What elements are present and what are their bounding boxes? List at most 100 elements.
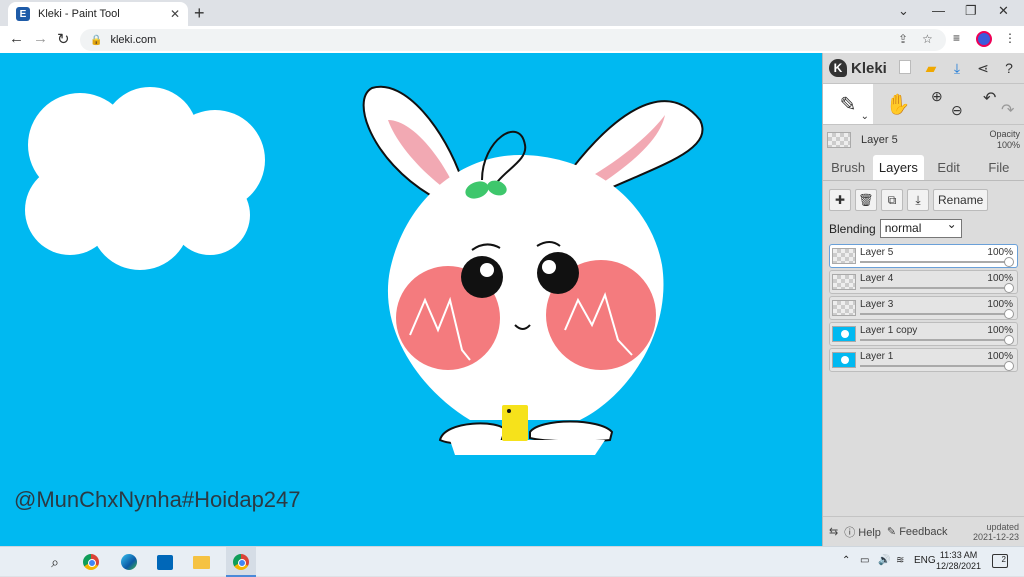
- search-icon[interactable]: ⌕: [46, 553, 64, 571]
- share-icon[interactable]: ⋖: [974, 60, 992, 77]
- feedback-link[interactable]: ✎ Feedback: [887, 525, 948, 538]
- zoom-in-icon[interactable]: ⊕: [931, 88, 943, 105]
- help-link[interactable]: ⓘ Help: [844, 524, 881, 540]
- reload-icon[interactable]: ↻: [57, 30, 70, 48]
- updated-info: updated 2021-12-23: [973, 522, 1019, 542]
- language-indicator[interactable]: ENG: [914, 555, 936, 566]
- start-button[interactable]: [10, 553, 28, 571]
- feedback-label: Feedback: [899, 526, 948, 538]
- redo-icon[interactable]: ↷: [1001, 100, 1014, 120]
- address-bar[interactable]: 🔒 kleki.com ⇪ ☆: [80, 29, 946, 51]
- add-layer-button[interactable]: ✚: [829, 189, 851, 211]
- layer-name: Layer 1 copy: [860, 325, 918, 336]
- open-folder-icon[interactable]: ▰: [922, 60, 940, 77]
- swap-icon[interactable]: ⇆: [829, 525, 838, 538]
- windows-taskbar: ⌕ ⌃ ▭ 🔊 ≋ ENG 11:33 AM 12/28/2021 2: [0, 546, 1024, 577]
- tab-brush[interactable]: Brush: [823, 155, 873, 180]
- slider-knob[interactable]: [1004, 283, 1014, 293]
- layer-item[interactable]: Layer 4 100%: [829, 270, 1018, 294]
- chevron-up-icon[interactable]: ⌃: [842, 555, 850, 566]
- help-icon[interactable]: ?: [1000, 60, 1018, 77]
- browser-tab[interactable]: E Kleki - Paint Tool ✕: [8, 2, 188, 26]
- layer-item[interactable]: Layer 1 copy 100%: [829, 322, 1018, 346]
- back-icon[interactable]: ←: [9, 30, 24, 47]
- slider-knob[interactable]: [1004, 361, 1014, 371]
- slider-knob[interactable]: [1004, 309, 1014, 319]
- current-layer-name: Layer 5: [861, 134, 898, 146]
- tab-layers[interactable]: Layers: [873, 155, 924, 180]
- layer-item[interactable]: Layer 3 100%: [829, 296, 1018, 320]
- brush-icon: ✎: [839, 93, 857, 116]
- delete-layer-button[interactable]: 🗑: [855, 189, 877, 211]
- new-image-icon[interactable]: [896, 59, 914, 77]
- battery-icon[interactable]: ▭: [860, 555, 869, 566]
- file-explorer-icon[interactable]: [192, 553, 210, 571]
- layer-opacity-slider[interactable]: [860, 365, 1009, 367]
- layer-thumbnail: [832, 274, 856, 290]
- menu-icon[interactable]: ⋮: [1004, 31, 1016, 45]
- chrome-taskbar-icon[interactable]: [82, 553, 100, 571]
- tab-close-icon[interactable]: ✕: [170, 7, 180, 21]
- blending-select[interactable]: normal: [879, 216, 962, 238]
- current-layer-info: Layer 5 Opacity 100%: [823, 125, 1024, 155]
- tab-file[interactable]: File: [974, 155, 1024, 180]
- layer-opacity-slider[interactable]: [860, 287, 1009, 289]
- kleki-logo-icon: K: [829, 59, 847, 77]
- watermark-text: @MunChxNynha#Hoidap247: [14, 487, 301, 512]
- volume-icon[interactable]: 🔊: [878, 555, 890, 566]
- help-label: Help: [858, 526, 881, 539]
- undo-icon[interactable]: ↶: [983, 88, 996, 108]
- forward-icon[interactable]: →: [33, 30, 48, 47]
- duplicate-layer-button[interactable]: ⧉: [881, 189, 903, 211]
- tool-panel: K Kleki ▰ ⤓ ⋖ ? ✎ ⌄ ✋ ⊕ ⊖ ↶ ↷ Layer 5 Op…: [822, 53, 1024, 546]
- profile-avatar[interactable]: [976, 31, 992, 47]
- tab-search-icon[interactable]: ⌄: [898, 3, 909, 19]
- rename-button[interactable]: Rename: [933, 189, 989, 211]
- tab-edit[interactable]: Edit: [924, 155, 974, 180]
- close-window-icon[interactable]: ✕: [998, 3, 1009, 19]
- new-tab-icon[interactable]: +: [194, 3, 205, 24]
- layer-thumbnail: [832, 300, 856, 316]
- lock-icon[interactable]: 🔒: [90, 35, 102, 46]
- layer-item[interactable]: Layer 5 100%: [829, 244, 1018, 268]
- layer-opacity-slider[interactable]: [860, 261, 1009, 263]
- panel-footer: ⇆ ⓘ Help ✎ Feedback updated 2021-12-23: [823, 516, 1024, 546]
- store-icon[interactable]: [156, 553, 174, 571]
- notification-icon[interactable]: 2: [992, 554, 1008, 568]
- opacity-value: 100%: [996, 140, 1020, 150]
- edge-icon[interactable]: [120, 553, 138, 571]
- minimize-icon[interactable]: —: [932, 3, 945, 18]
- media-icon[interactable]: ≡: [953, 31, 960, 45]
- wifi-icon[interactable]: ≋: [896, 555, 904, 566]
- hand-tool-button[interactable]: ✋: [873, 84, 923, 124]
- kleki-favicon-icon: E: [16, 7, 30, 21]
- slider-knob[interactable]: [1004, 257, 1014, 267]
- updated-label: updated: [986, 521, 1019, 532]
- brush-tool-button[interactable]: ✎ ⌄: [823, 84, 873, 124]
- restore-icon[interactable]: ❐: [965, 3, 977, 19]
- layer-item[interactable]: Layer 1 100%: [829, 348, 1018, 372]
- share-icon[interactable]: ⇪: [898, 32, 908, 46]
- clock-time: 11:33 AM: [939, 550, 978, 560]
- layer-opacity-slider[interactable]: [860, 339, 1009, 341]
- artwork: [25, 85, 704, 455]
- download-icon[interactable]: ⤓: [948, 60, 966, 77]
- zoom-out-icon[interactable]: ⊖: [951, 102, 963, 119]
- slider-knob[interactable]: [1004, 335, 1014, 345]
- clock[interactable]: 11:33 AM 12/28/2021: [936, 550, 981, 572]
- merge-layer-button[interactable]: ⤓: [907, 189, 929, 211]
- url-text: kleki.com: [110, 34, 157, 46]
- browser-titlebar: E Kleki - Paint Tool ✕ + ⌄ — ❐ ✕: [0, 0, 1024, 26]
- layer-opacity-slider[interactable]: [860, 313, 1009, 315]
- updated-date: 2021-12-23: [972, 531, 1019, 542]
- layer-name: Layer 1: [860, 351, 894, 362]
- drawing-canvas[interactable]: @MunChxNynha#Hoidap247: [0, 53, 822, 546]
- brand-name: Kleki: [851, 59, 887, 77]
- chevron-down-icon[interactable]: ⌄: [861, 111, 869, 122]
- windows-icon: [12, 555, 26, 569]
- layer-thumbnail: [832, 352, 856, 368]
- bookmark-star-icon[interactable]: ☆: [922, 32, 933, 46]
- browser-toolbar: ← → ↻ 🔒 kleki.com ⇪ ☆ ≡ ⋮: [0, 26, 1024, 53]
- tool-row: ✎ ⌄ ✋ ⊕ ⊖ ↶ ↷: [823, 83, 1024, 125]
- active-chrome-app[interactable]: [226, 547, 256, 577]
